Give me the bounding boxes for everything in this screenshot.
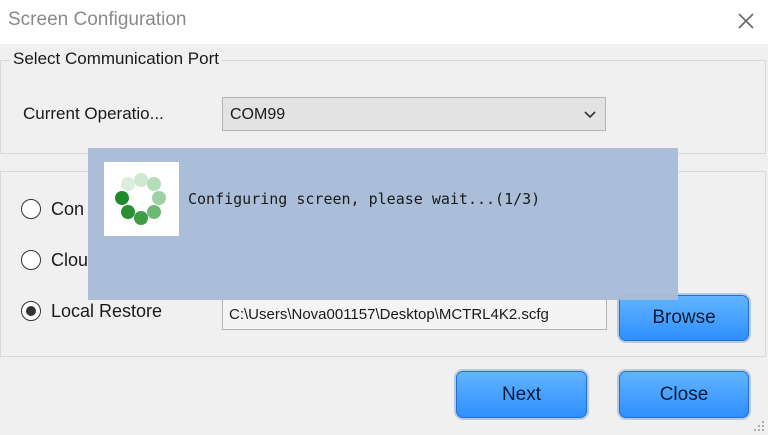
communication-port-legend: Select Communication Port [10, 49, 222, 69]
title-bar: Screen Configuration [0, 0, 768, 44]
next-button[interactable]: Next [456, 371, 587, 418]
radio-button-2[interactable] [21, 250, 41, 270]
port-dropdown[interactable]: COM99 [222, 97, 606, 131]
radio-option-1-label: Con [51, 198, 85, 219]
port-dropdown-value: COM99 [230, 106, 286, 123]
radio-option-local-restore[interactable]: Local Restore [21, 299, 162, 323]
radio-button-local-restore[interactable] [21, 301, 41, 321]
progress-message: Configuring screen, please wait...(1/3) [188, 190, 541, 208]
browse-button[interactable]: Browse [619, 295, 749, 341]
radio-option-2-label: Clou [51, 249, 89, 270]
local-restore-label: Local Restore [51, 300, 163, 321]
radio-button-1[interactable] [21, 199, 41, 219]
radio-option-1[interactable]: Con [21, 197, 84, 221]
chevron-down-icon [584, 111, 596, 119]
file-path-value: C:\Users\Nova001157\Desktop\MCTRL4K2.scf… [229, 306, 549, 323]
close-icon [738, 13, 754, 29]
file-path-field[interactable]: C:\Users\Nova001157\Desktop\MCTRL4K2.scf… [222, 297, 607, 330]
radio-option-2[interactable]: Clou [21, 248, 88, 272]
progress-overlay: Configuring screen, please wait...(1/3) [88, 148, 678, 300]
resize-grip-icon[interactable] [753, 420, 765, 432]
spinner-box [104, 162, 179, 236]
loading-spinner-icon [115, 173, 166, 225]
current-operation-label: Current Operatio... [23, 104, 164, 123]
close-button[interactable]: Close [619, 371, 749, 418]
window-close-button[interactable] [731, 6, 761, 36]
window-title: Screen Configuration [8, 9, 187, 30]
